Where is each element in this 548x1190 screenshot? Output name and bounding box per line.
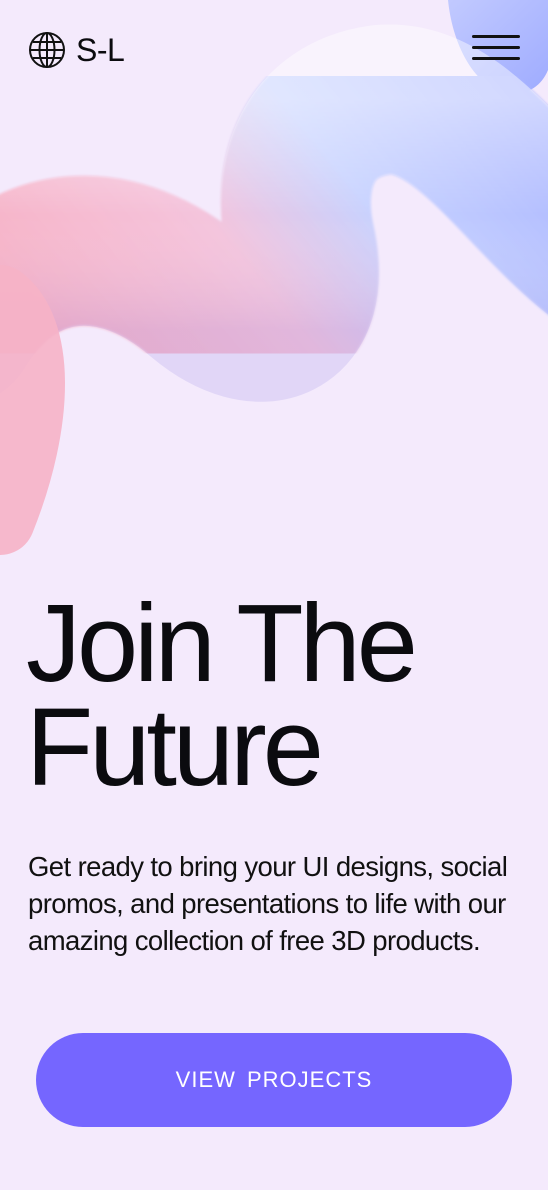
menu-line [472, 35, 520, 38]
hero-headline: Join The Future [26, 582, 526, 809]
landing-screen: S-L Join The Future Get ready to bring y… [0, 0, 548, 1190]
brand-logo[interactable]: S-L [28, 30, 125, 70]
hero-description: Get ready to bring your UI designs, soci… [28, 851, 508, 956]
hamburger-menu-icon[interactable] [468, 26, 524, 66]
view-projects-button[interactable]: VIEW PROJECTS [36, 1033, 512, 1127]
top-navigation-bar: S-L [0, 0, 548, 100]
hero-headline-line-2: Future [26, 686, 324, 809]
menu-line [472, 46, 520, 49]
hero-headline-line-1: Join The [26, 582, 418, 705]
brand-name: S-L [76, 32, 125, 68]
globe-icon [29, 32, 65, 68]
menu-line [472, 57, 520, 60]
